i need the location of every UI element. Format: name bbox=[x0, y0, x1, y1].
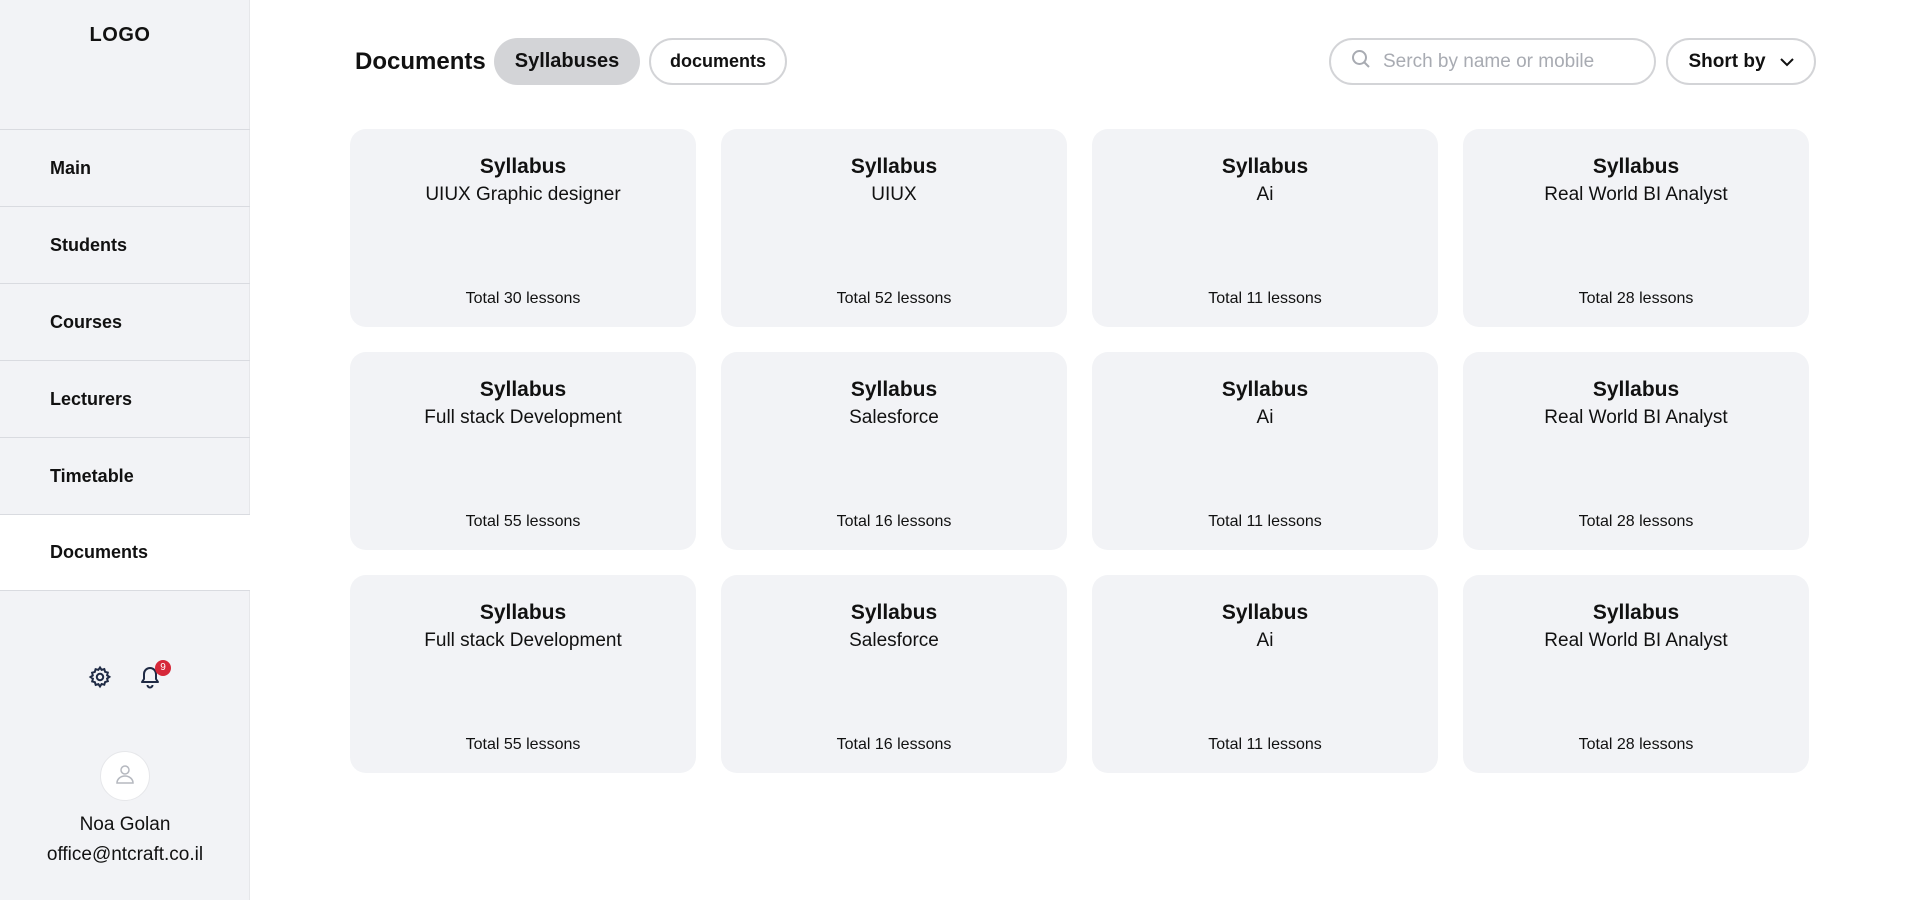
card-title: Syllabus bbox=[850, 155, 938, 178]
sidebar-item-main[interactable]: Main bbox=[0, 129, 250, 206]
syllabus-card[interactable]: Syllabus Salesforce Total 16 lessons bbox=[721, 575, 1067, 773]
syllabus-card[interactable]: Syllabus Full stack Development Total 55… bbox=[350, 352, 696, 550]
card-title: Syllabus bbox=[1221, 378, 1309, 401]
sidebar-item-students[interactable]: Students bbox=[0, 206, 250, 283]
card-lesson-count: Total 55 lessons bbox=[465, 736, 581, 753]
user-icon bbox=[115, 763, 135, 790]
card-subtitle: Ai bbox=[1256, 184, 1274, 205]
card-lesson-count: Total 55 lessons bbox=[465, 513, 581, 530]
sort-dropdown[interactable]: Short by bbox=[1666, 38, 1816, 85]
card-title: Syllabus bbox=[1592, 601, 1680, 624]
card-subtitle: Ai bbox=[1256, 407, 1274, 428]
gear-icon bbox=[88, 665, 112, 694]
app: LOGO Main Students Courses Lecturers Tim… bbox=[0, 0, 1920, 900]
syllabus-card[interactable]: Syllabus Ai Total 11 lessons bbox=[1092, 129, 1438, 327]
card-lesson-count: Total 28 lessons bbox=[1578, 290, 1694, 307]
page-title: Documents bbox=[355, 48, 486, 75]
notifications-button[interactable]: 9 bbox=[138, 660, 171, 691]
sidebar-item-documents[interactable]: Documents bbox=[0, 514, 250, 591]
sidebar: LOGO Main Students Courses Lecturers Tim… bbox=[0, 0, 250, 900]
syllabus-card[interactable]: Syllabus UIUX Total 52 lessons bbox=[721, 129, 1067, 327]
card-subtitle: Ai bbox=[1256, 630, 1274, 651]
card-lesson-count: Total 11 lessons bbox=[1208, 736, 1322, 753]
card-lesson-count: Total 16 lessons bbox=[836, 736, 952, 753]
card-title: Syllabus bbox=[1592, 155, 1680, 178]
search-box bbox=[1329, 38, 1656, 85]
user-email: office@ntcraft.co.il bbox=[46, 844, 204, 865]
chevron-down-icon bbox=[1779, 51, 1794, 73]
tab-documents[interactable]: documents bbox=[649, 38, 787, 85]
card-lesson-count: Total 11 lessons bbox=[1208, 513, 1322, 530]
syllabus-card[interactable]: Syllabus Real World BI Analyst Total 28 … bbox=[1463, 352, 1809, 550]
card-title: Syllabus bbox=[1592, 378, 1680, 401]
syllabus-card[interactable]: Syllabus Ai Total 11 lessons bbox=[1092, 352, 1438, 550]
card-lesson-count: Total 30 lessons bbox=[465, 290, 581, 307]
card-title: Syllabus bbox=[850, 378, 938, 401]
syllabus-card[interactable]: Syllabus Ai Total 11 lessons bbox=[1092, 575, 1438, 773]
user-name: Noa Golan bbox=[79, 814, 171, 835]
search-icon bbox=[1351, 49, 1371, 74]
syllabus-card[interactable]: Syllabus Real World BI Analyst Total 28 … bbox=[1463, 129, 1809, 327]
card-title: Syllabus bbox=[479, 155, 567, 178]
syllabus-card[interactable]: Syllabus Real World BI Analyst Total 28 … bbox=[1463, 575, 1809, 773]
card-lesson-count: Total 28 lessons bbox=[1578, 736, 1694, 753]
card-lesson-count: Total 16 lessons bbox=[836, 513, 952, 530]
syllabus-grid: Syllabus UIUX Graphic designer Total 30 … bbox=[350, 129, 1809, 773]
card-lesson-count: Total 11 lessons bbox=[1208, 290, 1322, 307]
syllabus-card[interactable]: Syllabus UIUX Graphic designer Total 30 … bbox=[350, 129, 696, 327]
card-subtitle: Real World BI Analyst bbox=[1544, 407, 1728, 428]
card-subtitle: Real World BI Analyst bbox=[1544, 630, 1728, 651]
card-title: Syllabus bbox=[479, 378, 567, 401]
logo: LOGO bbox=[89, 24, 151, 46]
card-subtitle: Salesforce bbox=[849, 630, 939, 651]
card-subtitle: Full stack Development bbox=[424, 630, 622, 651]
sidebar-item-lecturers[interactable]: Lecturers bbox=[0, 360, 250, 437]
sidebar-item-timetable[interactable]: Timetable bbox=[0, 437, 250, 514]
settings-button[interactable] bbox=[88, 665, 112, 694]
card-title: Syllabus bbox=[479, 601, 567, 624]
sidebar-item-courses[interactable]: Courses bbox=[0, 283, 250, 360]
syllabus-card[interactable]: Syllabus Salesforce Total 16 lessons bbox=[721, 352, 1067, 550]
avatar[interactable] bbox=[100, 751, 150, 801]
card-subtitle: Real World BI Analyst bbox=[1544, 184, 1728, 205]
notification-count-badge: 9 bbox=[155, 660, 171, 676]
sidebar-utility-icons: 9 bbox=[88, 660, 171, 694]
syllabus-card[interactable]: Syllabus Full stack Development Total 55… bbox=[350, 575, 696, 773]
card-title: Syllabus bbox=[1221, 155, 1309, 178]
card-lesson-count: Total 52 lessons bbox=[836, 290, 952, 307]
tab-syllabuses[interactable]: Syllabuses bbox=[494, 38, 640, 85]
card-lesson-count: Total 28 lessons bbox=[1578, 513, 1694, 530]
sidebar-nav: Main Students Courses Lecturers Timetabl… bbox=[0, 129, 250, 591]
card-title: Syllabus bbox=[850, 601, 938, 624]
card-subtitle: UIUX Graphic designer bbox=[425, 184, 621, 205]
card-subtitle: Full stack Development bbox=[424, 407, 622, 428]
search-input[interactable] bbox=[1383, 50, 1623, 73]
card-subtitle: UIUX bbox=[871, 184, 917, 205]
card-subtitle: Salesforce bbox=[849, 407, 939, 428]
sort-label: Short by bbox=[1688, 50, 1766, 72]
card-title: Syllabus bbox=[1221, 601, 1309, 624]
